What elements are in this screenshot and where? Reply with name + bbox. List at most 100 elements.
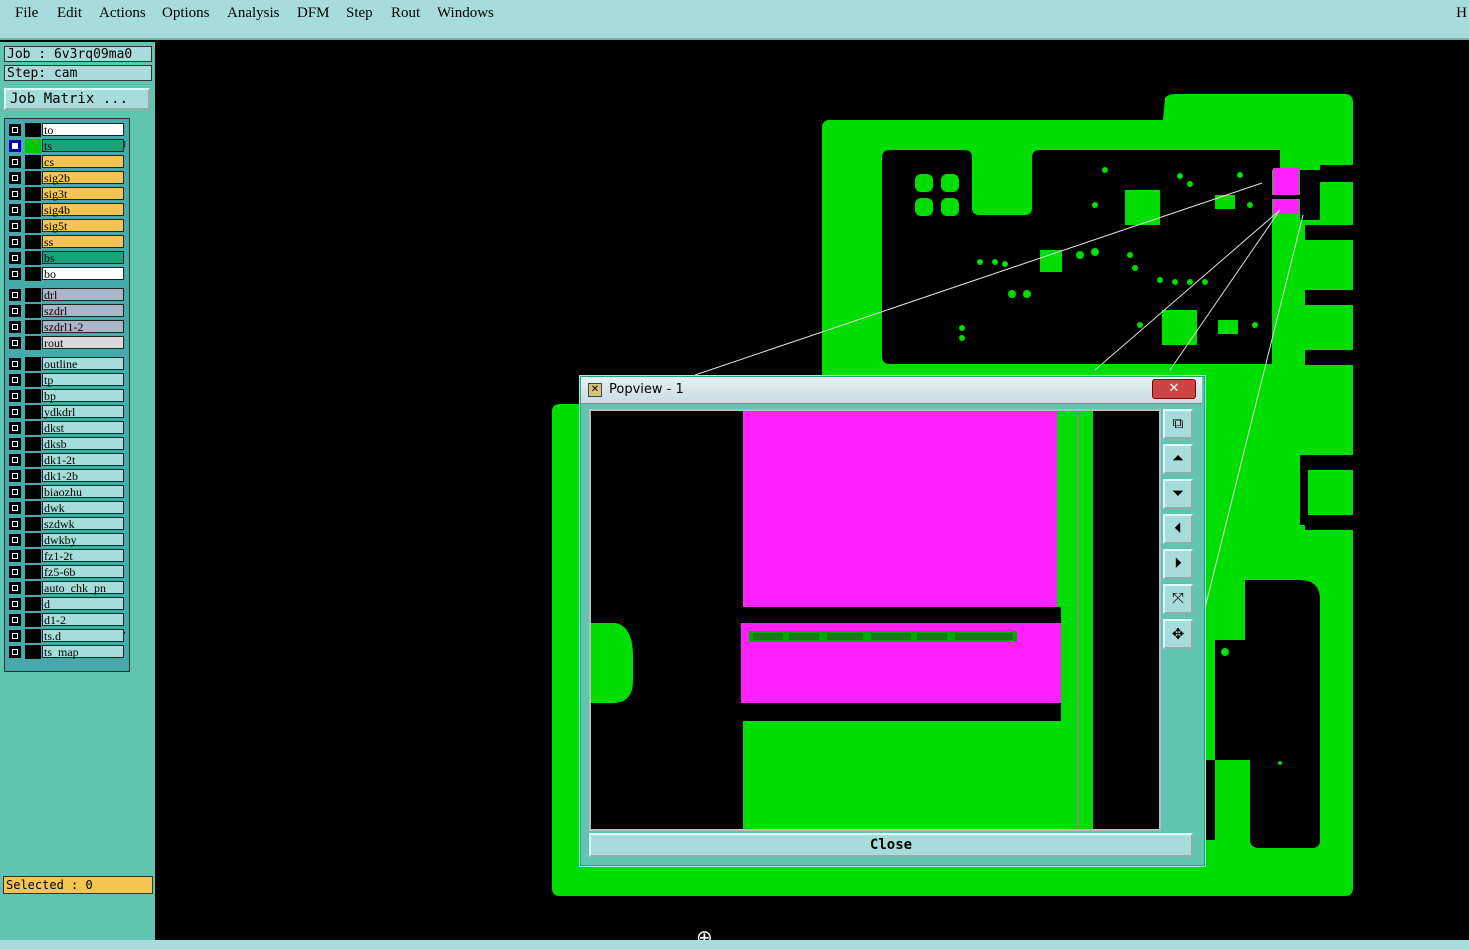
layer-name[interactable]: d	[42, 597, 124, 611]
layer-name[interactable]: fz5-6b	[42, 565, 124, 579]
layer-checkbox[interactable]	[9, 124, 21, 136]
close-button[interactable]: Close	[589, 833, 1193, 857]
layer-checkbox[interactable]	[9, 502, 21, 514]
layer-checkbox[interactable]	[9, 204, 21, 216]
layer-row-dk1-2b[interactable]: dk1-2b	[7, 469, 127, 483]
layer-checkbox[interactable]	[9, 598, 21, 610]
layer-name[interactable]: cs	[42, 155, 124, 169]
menu-rout[interactable]: Rout	[391, 5, 420, 22]
popview-titlebar[interactable]: ✕ Popview - 1 ✕	[581, 377, 1202, 404]
layer-checkbox[interactable]	[9, 582, 21, 594]
job-matrix-button[interactable]: Job Matrix ...	[4, 88, 150, 110]
layer-row-auto-chk-pn[interactable]: auto_chk_pn	[7, 581, 127, 595]
layer-checkbox[interactable]	[9, 470, 21, 482]
layer-name[interactable]: sig3t	[42, 187, 124, 201]
layer-row-d1-2[interactable]: d1-2	[7, 613, 127, 627]
layer-row-dwk[interactable]: dwk	[7, 501, 127, 515]
close-icon[interactable]: ✕	[1152, 379, 1196, 399]
layer-checkbox[interactable]	[9, 220, 21, 232]
layer-name[interactable]: biaozhu	[42, 485, 124, 499]
layer-name[interactable]: dkst	[42, 421, 124, 435]
layer-checkbox[interactable]	[9, 188, 21, 200]
layer-name[interactable]: bp	[42, 389, 124, 403]
zoom-fit-button[interactable]: ⧉	[1163, 409, 1193, 439]
layer-name[interactable]: szdwk	[42, 517, 124, 531]
layer-row-ydkdrl[interactable]: ydkdrl	[7, 405, 127, 419]
layer-checkbox[interactable]	[9, 390, 21, 402]
layer-name[interactable]: szdrl	[42, 304, 124, 318]
pan-down-button[interactable]: ⏷	[1163, 479, 1193, 509]
layer-name[interactable]: dk1-2b	[42, 469, 124, 483]
layer-name[interactable]: szdrl1-2	[42, 320, 124, 334]
layer-name[interactable]: bo	[42, 267, 124, 281]
layer-row-dkst[interactable]: dkst	[7, 421, 127, 435]
layer-name[interactable]: ts	[42, 139, 124, 153]
layer-row-bp[interactable]: bp	[7, 389, 127, 403]
layer-name[interactable]: dk1-2t	[42, 453, 124, 467]
layer-row-szdwk[interactable]: szdwk	[7, 517, 127, 531]
layer-row-szdrl[interactable]: szdrl	[7, 304, 127, 318]
layer-name[interactable]: bs	[42, 251, 124, 265]
layer-checkbox[interactable]	[9, 550, 21, 562]
menu-analysis[interactable]: Analysis	[227, 5, 280, 22]
layer-name[interactable]: sig2b	[42, 171, 124, 185]
layer-checkbox[interactable]	[9, 454, 21, 466]
layer-name[interactable]: fz1-2t	[42, 549, 124, 563]
layer-checkbox[interactable]	[9, 646, 21, 658]
layer-name[interactable]: auto_chk_pn	[42, 581, 124, 595]
layer-checkbox[interactable]	[9, 422, 21, 434]
layer-row-dwkby[interactable]: dwkby	[7, 533, 127, 547]
layer-row-ts-d[interactable]: ⬋ts.d	[7, 629, 127, 643]
layer-row-bs[interactable]: bs	[7, 251, 127, 265]
layer-row-sig4b[interactable]: sig4b	[7, 203, 127, 217]
layer-checkbox[interactable]	[9, 566, 21, 578]
layer-row-fz5-6b[interactable]: fz5-6b	[7, 565, 127, 579]
layer-row-dk1-2t[interactable]: dk1-2t	[7, 453, 127, 467]
layer-name[interactable]: sig4b	[42, 203, 124, 217]
layer-checkbox[interactable]	[9, 614, 21, 626]
layer-row-dksb[interactable]: dksb	[7, 437, 127, 451]
layer-row-ss[interactable]: ss	[7, 235, 127, 249]
layer-name[interactable]: ydkdrl	[42, 405, 124, 419]
layer-row-biaozhu[interactable]: biaozhu	[7, 485, 127, 499]
layer-checkbox[interactable]	[9, 321, 21, 333]
zoom-out-button[interactable]: ✥	[1163, 619, 1193, 649]
layer-name[interactable]: drl	[42, 288, 124, 302]
popview-canvas[interactable]	[589, 409, 1161, 831]
layer-name[interactable]: d1-2	[42, 613, 124, 627]
layer-name[interactable]: dwk	[42, 501, 124, 515]
menu-file[interactable]: File	[15, 5, 38, 22]
layer-checkbox[interactable]	[9, 156, 21, 168]
layer-row-tp[interactable]: tp	[7, 373, 127, 387]
layer-name[interactable]: tp	[42, 373, 124, 387]
layer-row-cs[interactable]: cs	[7, 155, 127, 169]
layer-checkbox[interactable]	[9, 337, 21, 349]
layer-checkbox[interactable]	[9, 289, 21, 301]
layer-checkbox[interactable]	[9, 518, 21, 530]
layer-row-sig3t[interactable]: sig3t	[7, 187, 127, 201]
layer-checkbox[interactable]	[9, 268, 21, 280]
layer-name[interactable]: sig5t	[42, 219, 124, 233]
layer-name[interactable]: dksb	[42, 437, 124, 451]
zoom-in-button[interactable]: ⤧	[1163, 584, 1193, 614]
menu-windows[interactable]: Windows	[437, 5, 494, 22]
layer-checkbox[interactable]	[9, 358, 21, 370]
menu-actions[interactable]: Actions	[99, 5, 146, 22]
layer-row-rout[interactable]: rout	[7, 336, 127, 350]
layer-checkbox[interactable]	[9, 534, 21, 546]
pan-right-button[interactable]: ⏵	[1163, 549, 1193, 579]
layer-checkbox[interactable]	[9, 374, 21, 386]
layer-row-bo[interactable]: bo	[7, 267, 127, 281]
layer-row-ts[interactable]: ⊞ts	[7, 139, 127, 153]
layer-row-ts-map[interactable]: ts_map	[7, 645, 127, 659]
menu-options[interactable]: Options	[162, 5, 210, 22]
layer-checkbox[interactable]	[9, 236, 21, 248]
layer-checkbox[interactable]	[9, 486, 21, 498]
layer-name[interactable]: ts_map	[42, 645, 124, 659]
layer-row-d[interactable]: d	[7, 597, 127, 611]
layer-name[interactable]: dwkby	[42, 533, 124, 547]
layer-row-to[interactable]: to	[7, 123, 127, 137]
layer-name[interactable]: outline	[42, 357, 124, 371]
layer-row-drl[interactable]: drl	[7, 288, 127, 302]
layer-row-szdrl1-2[interactable]: szdrl1-2	[7, 320, 127, 334]
